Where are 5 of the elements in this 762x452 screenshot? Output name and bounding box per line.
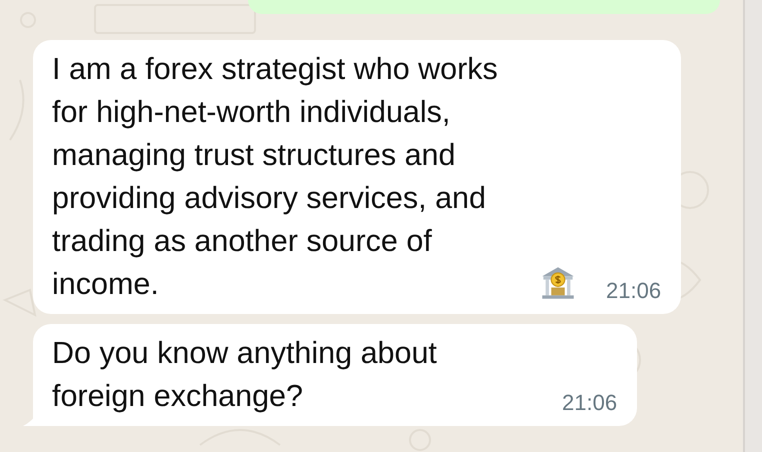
message-text: Do you know anything about foreign exchange? (52, 335, 438, 415)
message-text: I am a forex strategist who works for high-net-worth individuals, managing trust structures and providing advisory services, and trading as another source of income. (52, 51, 499, 303)
bank-icon (540, 265, 576, 301)
message-time: 21:06 (562, 392, 618, 414)
message-time: 21:06 (606, 280, 662, 302)
